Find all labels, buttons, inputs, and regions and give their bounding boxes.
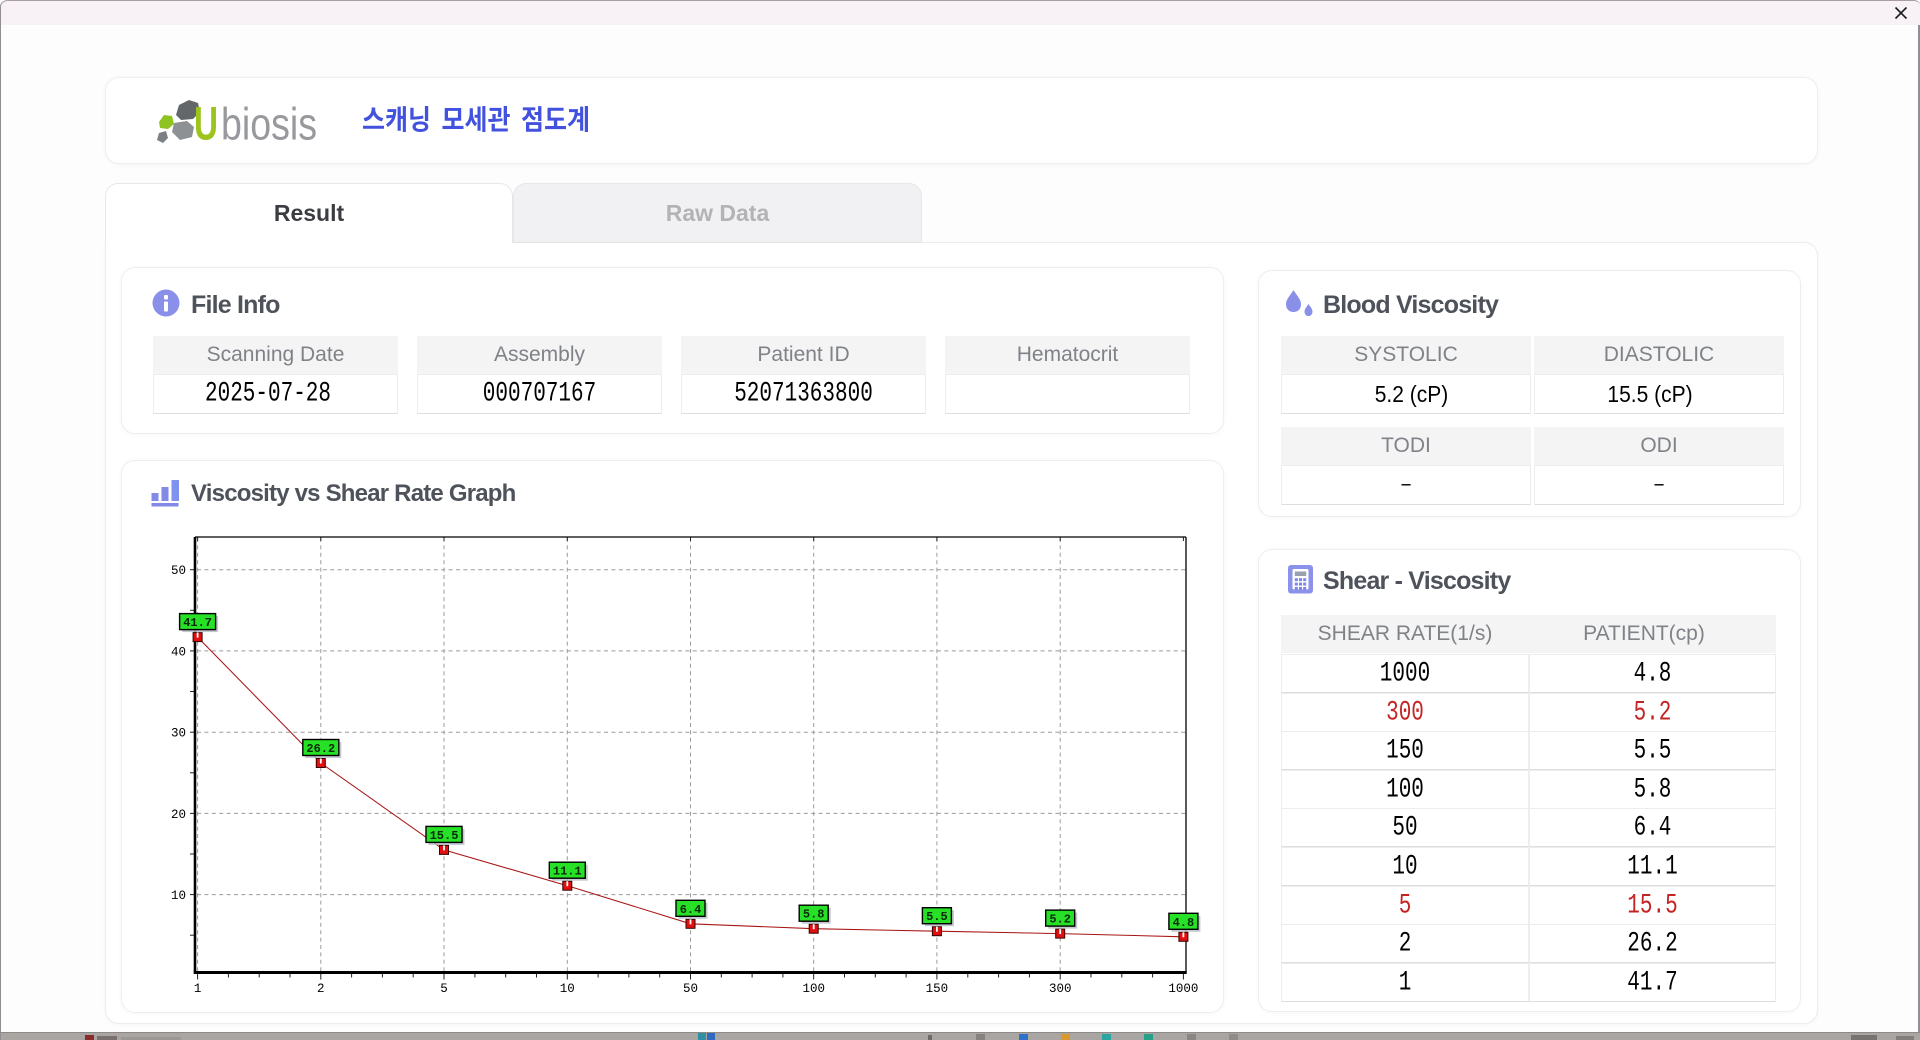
svg-text:20: 20: [171, 808, 186, 822]
svg-text:5.8: 5.8: [803, 908, 825, 922]
svg-text:4.8: 4.8: [1173, 916, 1195, 930]
svg-text:50: 50: [683, 982, 698, 996]
svg-text:biosis: biosis: [221, 99, 317, 148]
svg-text:40: 40: [171, 645, 186, 659]
svg-text:41.7: 41.7: [183, 616, 212, 630]
svg-text:150: 150: [926, 982, 949, 996]
svg-text:1: 1: [194, 982, 202, 996]
svg-text:10: 10: [171, 889, 186, 903]
svg-text:15.5: 15.5: [430, 829, 459, 843]
svg-text:26.2: 26.2: [306, 742, 335, 756]
svg-text:30: 30: [171, 727, 186, 741]
svg-text:5.5: 5.5: [926, 910, 948, 924]
svg-text:U: U: [194, 97, 218, 148]
svg-text:11.1: 11.1: [553, 865, 582, 879]
svg-text:2: 2: [317, 982, 325, 996]
svg-text:300: 300: [1049, 982, 1072, 996]
svg-text:50: 50: [171, 564, 186, 578]
svg-text:10: 10: [560, 982, 575, 996]
svg-text:1000: 1000: [1168, 982, 1198, 996]
svg-text:6.4: 6.4: [680, 903, 702, 917]
svg-text:5: 5: [440, 982, 448, 996]
svg-text:5.2: 5.2: [1049, 913, 1071, 927]
svg-text:100: 100: [802, 982, 825, 996]
